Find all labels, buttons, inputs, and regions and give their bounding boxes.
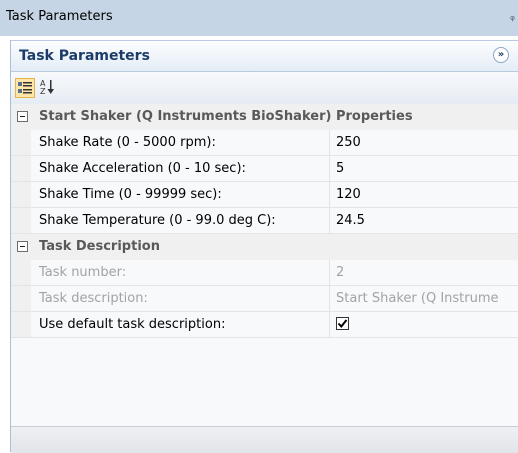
pin-icon[interactable]: ᵩ <box>510 9 515 23</box>
property-row-task-description: Task description: Start Shaker (Q Instru… <box>11 286 518 312</box>
description-pane <box>11 426 518 453</box>
window-title-bar: Task Parameters ᵩ <box>0 0 518 36</box>
task-parameters-panel: Task Parameters » A Z Start Shaker (Q In… <box>10 40 518 453</box>
svg-text:Z: Z <box>40 87 46 96</box>
sort-az-icon: A Z <box>40 79 54 96</box>
category-label: Start Shaker (Q Instruments BioShaker) P… <box>39 109 413 124</box>
property-row-shake-acceleration[interactable]: Shake Acceleration (0 - 10 sec): 5 <box>11 156 518 182</box>
property-name: Use default task description: <box>39 317 226 332</box>
categorized-view-button[interactable] <box>15 78 35 98</box>
window-title: Task Parameters <box>6 9 113 24</box>
alphabetical-sort-button[interactable]: A Z <box>39 78 59 98</box>
property-row-shake-time[interactable]: Shake Time (0 - 99999 sec): 120 <box>11 182 518 208</box>
use-default-description-checkbox[interactable] <box>336 317 349 330</box>
property-name: Task number: <box>39 265 127 280</box>
categorized-icon <box>18 82 32 94</box>
property-grid: Start Shaker (Q Instruments BioShaker) P… <box>11 104 518 338</box>
property-value-input[interactable]: 120 <box>329 182 518 207</box>
property-value-readonly: Start Shaker (Q Instrume <box>329 286 518 311</box>
category-row-task-description[interactable]: Task Description <box>11 234 518 260</box>
property-value-readonly: 2 <box>329 260 518 285</box>
category-label: Task Description <box>39 239 160 254</box>
property-row-shake-rate[interactable]: Shake Rate (0 - 5000 rpm): 250 <box>11 130 518 156</box>
category-row-shaker-properties[interactable]: Start Shaker (Q Instruments BioShaker) P… <box>11 104 518 130</box>
property-row-shake-temperature[interactable]: Shake Temperature (0 - 99.0 deg C): 24.5 <box>11 208 518 234</box>
collapse-chevron-icon[interactable]: » <box>493 47 509 63</box>
property-name: Shake Temperature (0 - 99.0 deg C): <box>39 213 276 228</box>
property-value-input[interactable]: 250 <box>329 130 518 155</box>
property-grid-toolbar: A Z <box>11 74 518 104</box>
panel-title: Task Parameters <box>19 48 150 64</box>
property-name: Task description: <box>39 291 148 306</box>
property-name: Shake Time (0 - 99999 sec): <box>39 187 222 202</box>
property-name: Shake Acceleration (0 - 10 sec): <box>39 161 246 176</box>
property-row-use-default-description[interactable]: Use default task description: <box>11 312 518 338</box>
property-value-cell <box>329 312 518 337</box>
checkmark-icon <box>337 319 348 329</box>
panel-header[interactable]: Task Parameters » <box>11 40 518 72</box>
collapse-toggle-icon[interactable] <box>17 111 28 122</box>
property-row-task-number: Task number: 2 <box>11 260 518 286</box>
property-value-input[interactable]: 24.5 <box>329 208 518 233</box>
property-value-input[interactable]: 5 <box>329 156 518 181</box>
property-name: Shake Rate (0 - 5000 rpm): <box>39 135 216 150</box>
collapse-toggle-icon[interactable] <box>17 241 28 252</box>
